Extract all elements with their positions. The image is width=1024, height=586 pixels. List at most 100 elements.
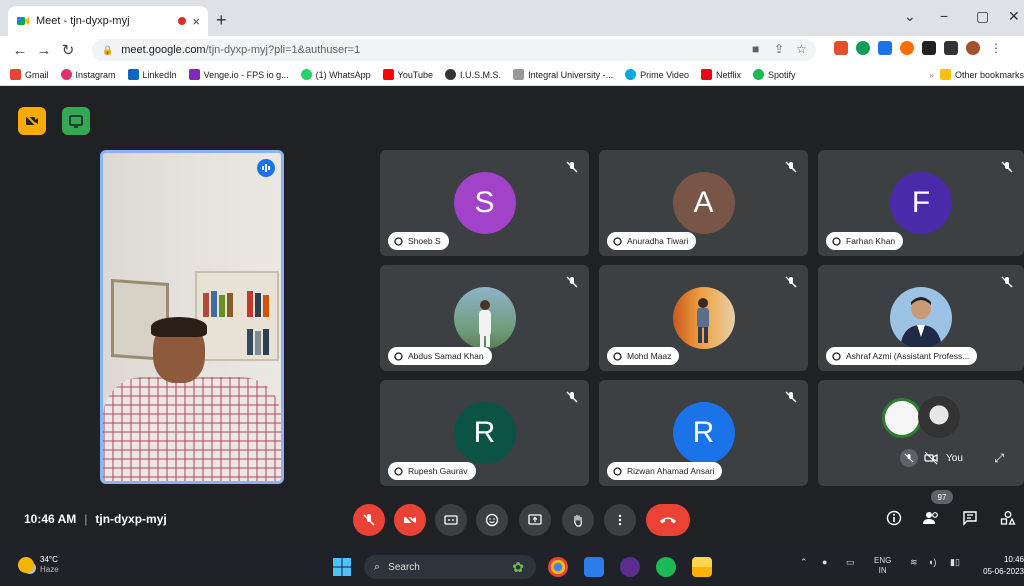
speaker-hair-image <box>151 317 207 337</box>
puzzle-icon[interactable] <box>922 41 936 55</box>
mic-off-icon[interactable] <box>900 449 918 467</box>
bookmark-youtube[interactable]: YouTube <box>382 69 433 80</box>
calendar-app-icon[interactable] <box>584 557 604 577</box>
system-clock[interactable]: 10:46 05-06-2023 <box>976 554 1024 578</box>
display-tray-icon[interactable]: ▭ <box>846 557 855 568</box>
participant-tile[interactable]: F Farhan Khan <box>818 150 1024 256</box>
emoji-icon <box>485 513 499 527</box>
raise-hand-button[interactable] <box>562 504 594 536</box>
people-button[interactable] <box>921 508 941 528</box>
profile-avatar[interactable] <box>966 41 980 55</box>
expand-icon[interactable]: ⤢ <box>994 451 1004 466</box>
meeting-info: 10:46 AM | tjn-dyxp-myj <box>24 512 167 526</box>
video-off-icon[interactable] <box>924 451 938 465</box>
browser-toolbar: ← → ↻ 🔒 meet.google.com/tjn-dyxp-myj?pli… <box>0 36 1024 64</box>
participant-tile[interactable]: Mohd Maaz <box>599 265 808 371</box>
bookmark-linkedin[interactable]: LinkedIn <box>127 69 177 80</box>
pin-icon[interactable] <box>394 466 403 476</box>
language-indicator[interactable]: ENG IN <box>874 556 891 576</box>
close-window-icon[interactable]: ✕ <box>1008 8 1020 25</box>
extension-icon[interactable] <box>878 41 892 55</box>
chevron-right-icon[interactable]: » <box>929 70 934 80</box>
pin-icon[interactable] <box>613 236 622 246</box>
extension-icon[interactable] <box>900 41 914 55</box>
wifi-icon[interactable]: ≋ <box>910 557 918 568</box>
share-icon[interactable]: ⇪ <box>774 42 784 56</box>
volume-icon[interactable]: ◖) <box>928 557 936 567</box>
pin-icon[interactable] <box>832 236 841 246</box>
minimize-icon[interactable]: − <box>940 8 948 24</box>
leave-call-button[interactable] <box>646 504 690 536</box>
participant-tile[interactable]: R Rupesh Gaurav <box>380 380 589 486</box>
weather-widget[interactable]: 34°C Haze <box>18 555 59 575</box>
reactions-button[interactable] <box>476 504 508 536</box>
address-bar[interactable]: 🔒 meet.google.com/tjn-dyxp-myj?pli=1&aut… <box>92 39 816 61</box>
browser-tab-meet[interactable]: Meet - tjn-dyxp-myj × <box>8 6 208 36</box>
tab-close-icon[interactable]: × <box>192 14 200 29</box>
bookmark-netflix[interactable]: Netflix <box>700 69 741 80</box>
bookmark-iusms[interactable]: I.U.S.M.S. <box>445 69 501 80</box>
chrome-app-icon[interactable] <box>548 557 568 577</box>
participant-name: Anuradha Tiwari <box>627 236 689 246</box>
active-speaker-tile[interactable] <box>100 150 284 484</box>
pin-icon[interactable] <box>613 351 622 361</box>
pin-icon[interactable] <box>832 351 841 361</box>
participant-count-badge: 97 <box>931 490 953 504</box>
new-tab-button[interactable]: + <box>216 10 227 31</box>
pin-icon[interactable] <box>394 351 403 361</box>
participant-tile[interactable]: S Shoeb S <box>380 150 589 256</box>
chat-button[interactable] <box>960 508 980 528</box>
restore-icon[interactable]: ▢ <box>976 8 989 25</box>
mic-tray-icon[interactable]: ● <box>822 557 827 567</box>
bookmark-other-folder[interactable]: Other bookmarks <box>939 69 1024 80</box>
pin-icon[interactable] <box>394 236 403 246</box>
bookmark-venge[interactable]: Venge.io - FPS io g... <box>188 69 289 80</box>
bookmark-prime[interactable]: Prime Video <box>625 69 689 80</box>
meeting-details-button[interactable] <box>884 508 904 528</box>
more-options-button[interactable] <box>604 504 636 536</box>
reload-icon[interactable]: ↻ <box>56 41 80 59</box>
mic-toggle-button[interactable] <box>353 504 385 536</box>
hand-icon <box>574 514 582 527</box>
mic-off-icon <box>785 391 797 403</box>
bookmark-instagram[interactable]: Instagram <box>60 69 116 80</box>
participant-tile[interactable]: Ashraf Azmi (Assistant Profess... <box>818 265 1024 371</box>
pin-icon[interactable] <box>613 466 622 476</box>
participant-photo-avatar <box>672 287 735 349</box>
camera-off-indicator[interactable] <box>18 107 46 135</box>
bookmark-spotify[interactable]: Spotify <box>752 69 795 80</box>
back-icon[interactable]: ← <box>8 42 32 59</box>
sidepanel-icon[interactable] <box>944 41 958 55</box>
media-player-app-icon[interactable] <box>620 557 640 577</box>
self-view-tile[interactable]: You ⤢ <box>894 444 1012 472</box>
spotify-app-icon[interactable] <box>656 557 676 577</box>
mic-off-icon <box>785 276 797 288</box>
activities-button[interactable] <box>998 508 1018 528</box>
bookmark-gmail[interactable]: Gmail <box>10 69 49 80</box>
language-code: ENG <box>874 556 892 565</box>
chevron-down-icon[interactable]: ⌄ <box>904 8 916 25</box>
extension-icon[interactable] <box>856 41 870 55</box>
present-screen-button[interactable] <box>519 504 551 536</box>
file-explorer-app-icon[interactable] <box>692 557 712 577</box>
participant-name: Farhan Khan <box>846 236 896 246</box>
clock-date: 05-06-2023 <box>983 567 1024 576</box>
camera-toggle-button[interactable] <box>394 504 426 536</box>
captions-button[interactable] <box>435 504 467 536</box>
camera-status-icon[interactable]: ■ <box>752 42 759 56</box>
chevron-up-icon[interactable]: ⌃ <box>800 557 808 568</box>
extension-icon[interactable] <box>834 41 848 55</box>
meeting-details-button[interactable] <box>62 107 90 135</box>
star-icon[interactable]: ☆ <box>796 42 807 56</box>
bookmark-integral[interactable]: Integral University -... <box>513 69 613 80</box>
shapes-icon <box>1000 511 1016 525</box>
participant-tile[interactable]: R Rizwan Ahamad Ansari <box>599 380 808 486</box>
participant-tile[interactable]: Abdus Samad Khan <box>380 265 589 371</box>
battery-icon[interactable]: ▮▯ <box>950 557 960 568</box>
bookmark-whatsapp[interactable]: (1) WhatsApp <box>300 69 371 80</box>
taskbar-search[interactable]: ⌕ Search ✿ <box>364 555 536 579</box>
forward-icon[interactable]: → <box>32 42 56 59</box>
menu-icon[interactable]: ⋮ <box>990 41 1004 55</box>
participant-tile[interactable]: A Anuradha Tiwari <box>599 150 808 256</box>
windows-start-icon[interactable] <box>332 557 352 577</box>
